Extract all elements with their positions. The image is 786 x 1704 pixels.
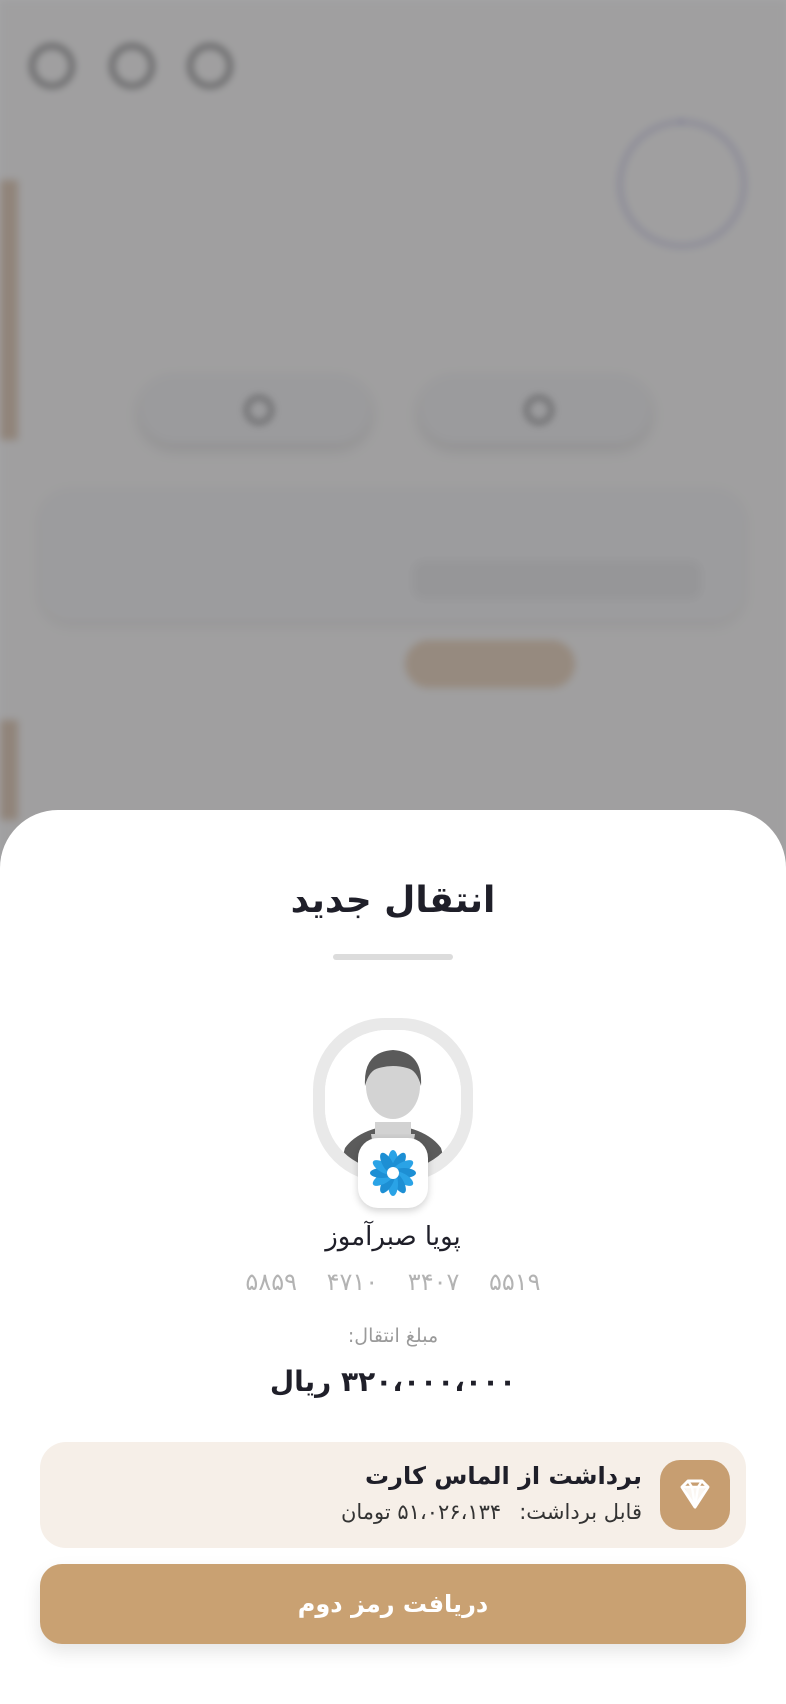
source-account-card[interactable]: برداشت از الماس کارت قابل برداشت: ۵۱،۰۲۶،… [40, 1442, 746, 1548]
amount-value: ۳۲۰،۰۰۰،۰۰۰ ریال [269, 1365, 517, 1398]
bank-badge [358, 1138, 428, 1208]
diamond-icon [660, 1460, 730, 1530]
recipient-card-number: ۵۸۵۹ ۴۷۱۰ ۳۴۰۷ ۵۵۱۹ [245, 1268, 541, 1296]
recipient-name: پویا صبرآموز [325, 1222, 461, 1252]
available-label: قابل برداشت: [519, 1500, 642, 1524]
source-available: قابل برداشت: ۵۱،۰۲۶،۱۳۴ تومان [341, 1500, 642, 1524]
source-title: برداشت از الماس کارت [365, 1462, 642, 1490]
bank-logo-icon [370, 1150, 416, 1196]
sheet-title: انتقال جدید [290, 880, 496, 921]
amount-label: مبلغ انتقال: [347, 1325, 439, 1347]
sheet-handle[interactable] [333, 954, 453, 960]
get-second-password-button[interactable]: دریافت رمز دوم [40, 1564, 746, 1644]
available-value: ۵۱،۰۲۶،۱۳۴ تومان [340, 1500, 502, 1524]
transfer-sheet: انتقال جدید پویا صبرآموز ۵۸۵۹ ۴۷۱۰ ۳۴۰۷ … [0, 810, 786, 1704]
